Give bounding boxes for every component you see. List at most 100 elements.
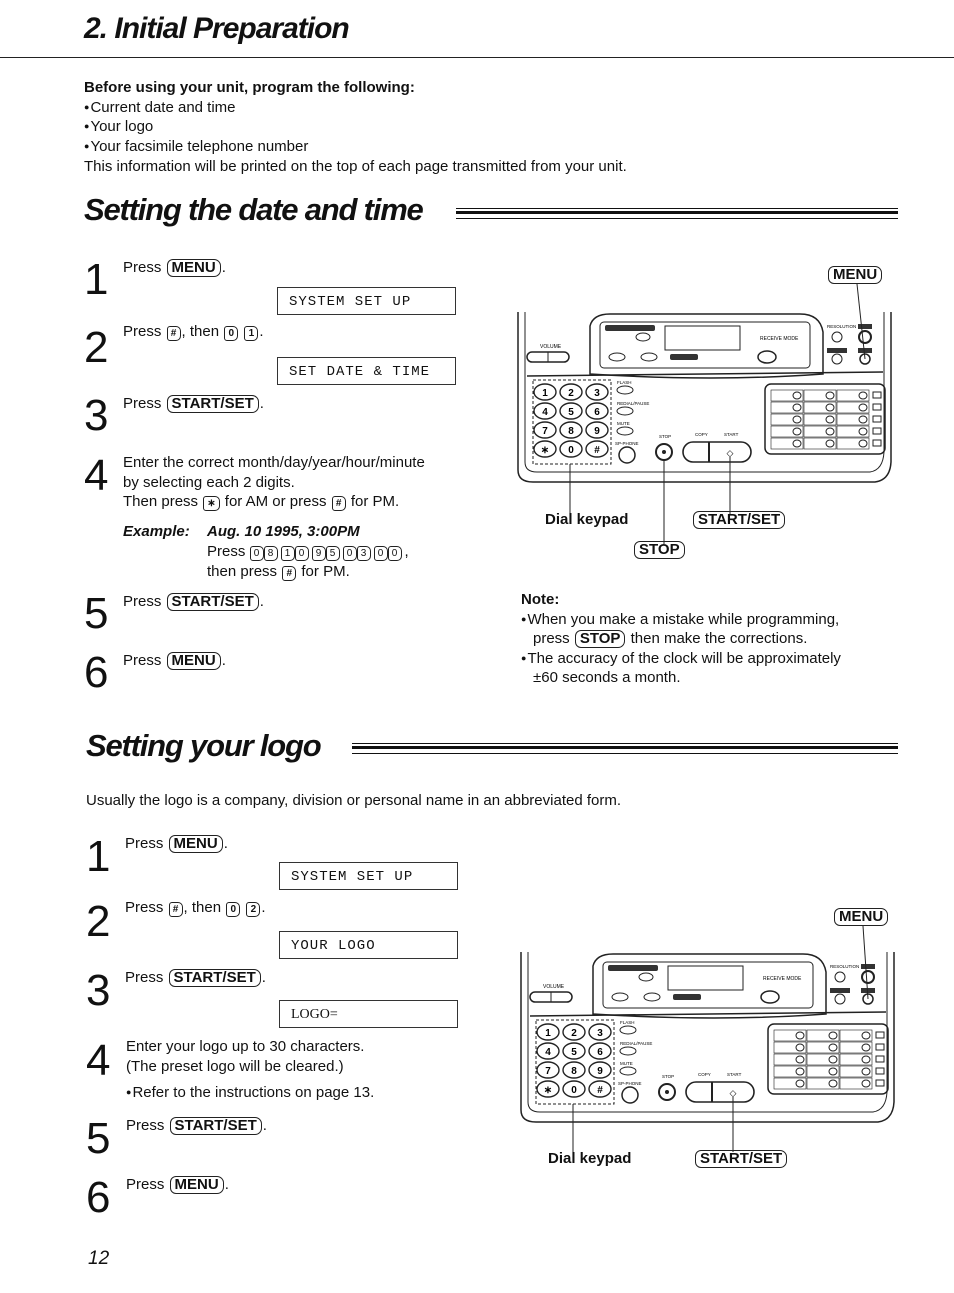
one-touch-icon	[875, 1055, 885, 1063]
step-text: Press	[125, 969, 164, 986]
digit-key: 2	[246, 902, 261, 917]
example-value: Aug. 10 1995, 3:00PM	[207, 523, 360, 540]
step-text: (The preset logo will be cleared.)	[126, 1057, 344, 1075]
one-touch-button	[825, 391, 835, 400]
step-number: 4	[84, 451, 109, 500]
spphone-label: SP-PHONE	[618, 1081, 642, 1086]
panel-label-bar	[608, 965, 658, 971]
intro-bullet: Your facsimile telephone number	[84, 137, 627, 157]
step-text: Enter your logo up to 30 characters.	[126, 1038, 365, 1055]
step-instruction: Press #, then 0 1.	[123, 322, 264, 342]
keypad-key-label: 5	[568, 407, 574, 418]
step-instruction: Enter the correct month/day/year/hour/mi…	[123, 453, 425, 512]
one-touch-icon	[872, 415, 882, 423]
example-block: Example: Aug. 10 1995, 3:00PM	[123, 522, 360, 542]
step-number: 3	[84, 391, 109, 440]
step-text: , then	[181, 323, 220, 340]
digit-key: 0	[294, 546, 309, 561]
keypad-key-label: 7	[545, 1066, 551, 1077]
step-text: .	[261, 899, 266, 916]
one-touch-button	[828, 1079, 838, 1088]
one-touch-button	[828, 1067, 838, 1076]
note-text: then make the corrections.	[630, 630, 808, 647]
directory-button	[831, 353, 843, 365]
one-touch-button	[792, 439, 802, 448]
lcd-screen	[664, 325, 741, 351]
keypad-key-label: 3	[594, 388, 600, 399]
one-touch-icon	[875, 1067, 885, 1075]
star-key: ∗	[203, 496, 220, 511]
page-number: 12	[88, 1248, 110, 1269]
function-label: REDIAL/PAUSE	[620, 1041, 652, 1046]
step-instruction: Press MENU.	[125, 834, 228, 854]
intro-block: Before using your unit, program the foll…	[84, 78, 627, 177]
keypad-key-label: 7	[542, 426, 548, 437]
spphone-label: SP-PHONE	[615, 441, 639, 446]
step-text: Press	[123, 395, 162, 412]
start-set-callout: START/SET	[693, 511, 786, 529]
one-touch-button	[825, 439, 835, 448]
sp-phone-button	[618, 446, 636, 464]
lcd-display: SYSTEM SET UP	[279, 862, 458, 890]
one-touch-button	[861, 1055, 871, 1064]
copy-label: COPY	[698, 1072, 711, 1077]
digit-key: 3	[356, 546, 371, 561]
keypad-key-label: 2	[571, 1028, 577, 1039]
stop-key: STOP	[574, 630, 626, 648]
section-rule	[352, 743, 898, 754]
hash-key: #	[282, 566, 297, 581]
menu-leader-line	[856, 283, 866, 360]
resolution-button	[831, 331, 843, 343]
note-item-continuation: press STOP then make the corrections.	[521, 629, 901, 649]
step-instruction: Press START/SET.	[123, 592, 264, 612]
step-number: 1	[86, 832, 111, 881]
section-title-logo: Setting your logo	[86, 728, 322, 763]
copy-label: COPY	[695, 432, 708, 437]
keypad-key-label: 1	[545, 1028, 551, 1039]
greeting-button	[640, 352, 658, 362]
intro-footer: This information will be printed on the …	[84, 157, 627, 175]
keypad-key-label: 9	[594, 426, 600, 437]
function-button	[619, 1066, 637, 1076]
panel-label-bar	[830, 988, 850, 993]
step-text: Press	[126, 1176, 165, 1193]
start-set-key: START/SET	[166, 395, 259, 413]
step-text: Press	[123, 259, 162, 276]
one-touch-icon	[875, 1031, 885, 1039]
step-text: ,	[404, 543, 409, 560]
step-text: for PM.	[350, 493, 400, 510]
keypad-key-label: 1	[542, 388, 548, 399]
step-text: Press	[123, 652, 162, 669]
step-text: Enter the correct month/day/year/hour/mi…	[123, 454, 425, 471]
step-text: .	[259, 323, 264, 340]
panel-label-bar	[605, 325, 655, 331]
lcd-display: SET DATE & TIME	[277, 357, 456, 385]
step-number: 2	[86, 897, 111, 946]
digit-key: 0	[373, 546, 388, 561]
note-item: When you make a mistake while programmin…	[521, 610, 901, 630]
step-text: , then	[183, 899, 222, 916]
chapter-title: 2. Initial Preparation	[84, 12, 350, 45]
keypad-key-label: #	[597, 1085, 603, 1096]
hash-key: #	[166, 326, 181, 341]
digit-key: 8	[263, 546, 278, 561]
keypad-key-label: #	[594, 445, 600, 456]
step-instruction: Enter your logo up to 30 characters. (Th…	[126, 1037, 374, 1103]
copy-start-button	[682, 441, 752, 463]
fax-panel-figure: RECEIVE MODE VOLUME RESOLUTION 1 2 3 4 5 6 7 8 9 ∗ 0 #…	[515, 262, 900, 562]
start-set-key: START/SET	[169, 1117, 262, 1135]
one-touch-button	[858, 403, 868, 412]
start-label: START	[727, 1072, 742, 1077]
panel-divider	[529, 1011, 887, 1017]
keypad-key-label: 9	[597, 1066, 603, 1077]
keypad-key-label: ∗	[541, 445, 549, 456]
intro-bullet: Current date and time	[84, 98, 627, 118]
step-instruction: Press MENU.	[123, 651, 226, 671]
menu-label-bar	[858, 348, 872, 353]
step-text: Then press	[123, 493, 199, 510]
one-touch-button	[828, 1031, 838, 1040]
one-touch-button	[825, 415, 835, 424]
lcd-display: LOGO=	[279, 1000, 458, 1028]
start-set-callout: START/SET	[695, 1150, 788, 1168]
copy-start-button	[685, 1081, 755, 1103]
